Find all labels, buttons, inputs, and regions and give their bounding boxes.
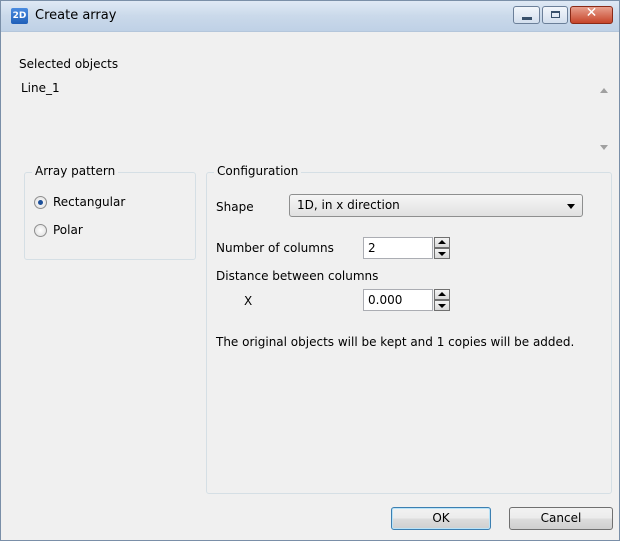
maximize-button[interactable] xyxy=(542,6,568,24)
distance-label: Distance between columns xyxy=(216,269,379,283)
x-label: X xyxy=(244,294,253,308)
scroll-down-icon[interactable] xyxy=(600,145,608,150)
array-pattern-title: Array pattern xyxy=(32,164,119,178)
x-distance-field[interactable] xyxy=(363,289,433,311)
x-spin-down-icon[interactable] xyxy=(434,300,450,311)
cancel-button[interactable]: Cancel xyxy=(509,507,613,530)
app-2d-icon: 2D xyxy=(11,8,28,24)
ok-button[interactable]: OK xyxy=(391,507,491,530)
selected-objects-label: Selected objects xyxy=(19,57,119,71)
close-button[interactable]: ✕ xyxy=(570,5,613,24)
close-icon: ✕ xyxy=(585,5,598,21)
columns-input[interactable] xyxy=(364,238,432,258)
title-bar[interactable]: 2D Create array ✕ xyxy=(1,1,619,32)
shape-dropdown[interactable]: 1D, in x direction xyxy=(289,194,583,217)
polar-radio[interactable] xyxy=(34,224,47,237)
columns-spinner[interactable] xyxy=(434,237,450,259)
columns-label: Number of columns xyxy=(216,241,334,255)
shape-value: 1D, in x direction xyxy=(297,198,400,212)
minimize-icon xyxy=(522,17,532,20)
window-title: Create array xyxy=(35,8,117,23)
array-pattern-group xyxy=(24,172,196,260)
columns-field[interactable] xyxy=(363,237,433,259)
x-spin-up-icon[interactable] xyxy=(434,289,450,300)
polar-label[interactable]: Polar xyxy=(53,223,83,237)
shape-label: Shape xyxy=(216,200,254,214)
chevron-down-icon xyxy=(567,204,575,209)
scroll-up-icon[interactable] xyxy=(600,88,608,93)
configuration-group xyxy=(206,172,612,494)
columns-spin-down-icon[interactable] xyxy=(434,248,450,259)
selected-object-item[interactable]: Line_1 xyxy=(21,81,60,95)
x-distance-spinner[interactable] xyxy=(434,289,450,311)
maximize-icon xyxy=(551,11,560,18)
copies-message: The original objects will be kept and 1 … xyxy=(216,335,575,349)
rectangular-label[interactable]: Rectangular xyxy=(53,195,125,209)
minimize-button[interactable] xyxy=(513,6,540,24)
x-distance-input[interactable] xyxy=(364,290,432,310)
create-array-dialog: 2D Create array ✕ Selected objects Line_… xyxy=(0,0,620,541)
columns-spin-up-icon[interactable] xyxy=(434,237,450,248)
rectangular-radio[interactable] xyxy=(34,196,47,209)
selected-objects-scrollbar[interactable] xyxy=(597,79,611,159)
configuration-title: Configuration xyxy=(214,164,302,178)
